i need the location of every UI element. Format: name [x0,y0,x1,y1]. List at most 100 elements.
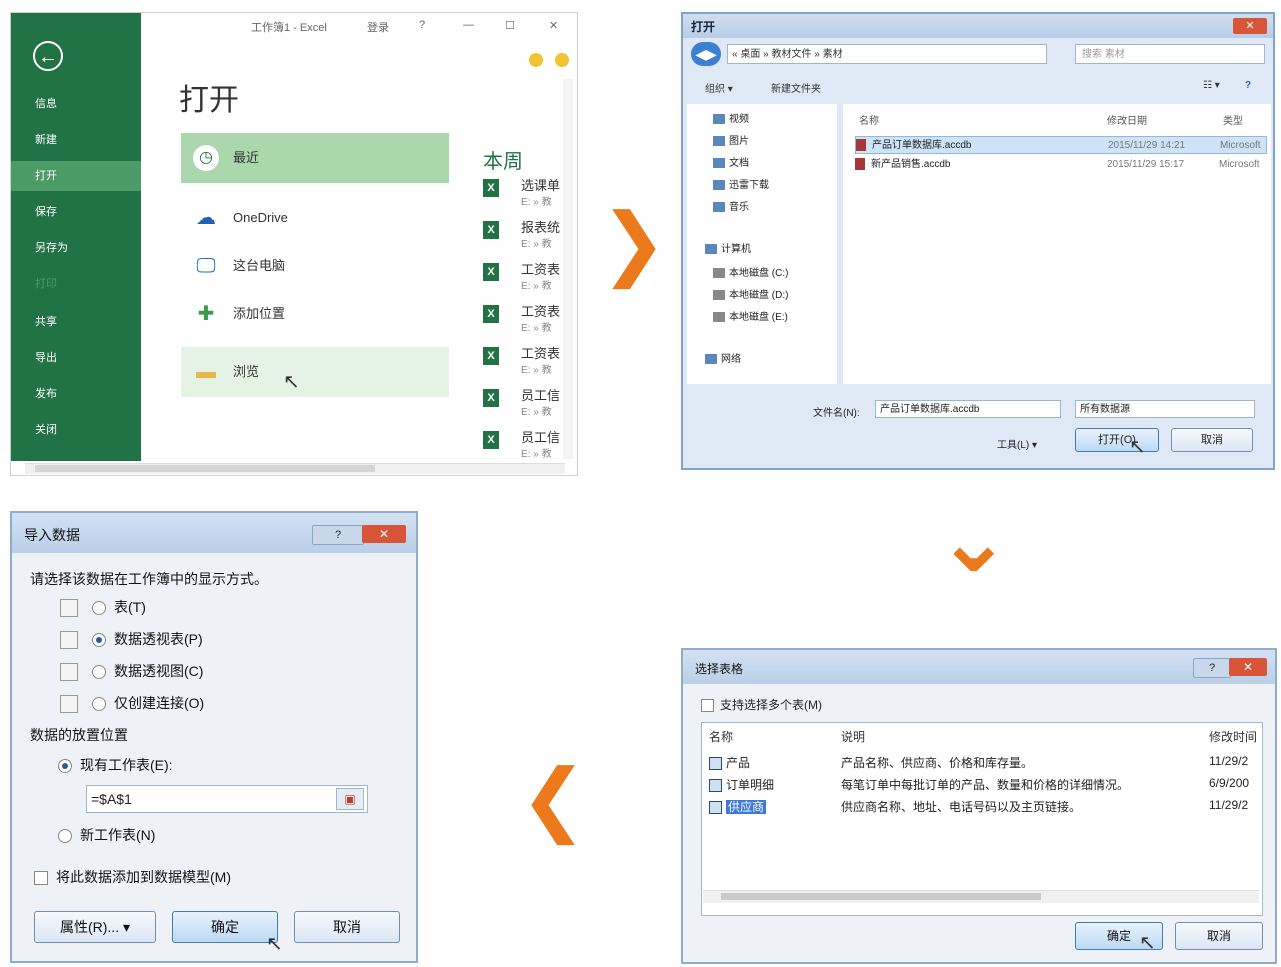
add-to-model-checkbox[interactable]: 将此数据添加到数据模型(M) [34,867,231,887]
radio-button-selected[interactable] [58,759,72,774]
tree-item[interactable]: 本地磁盘 (C:) [713,264,788,279]
recent-file[interactable]: X 员工信 E: » 教 [483,383,573,423]
filename-input[interactable]: 产品订单数据库.accdb [875,400,1061,418]
option-pivot-chart[interactable]: 数据透视图(C) [60,661,203,683]
nav-save-as[interactable]: 另存为 [11,233,141,263]
nav-save[interactable]: 保存 [11,197,141,227]
search-input[interactable]: 搜索 素材 [1075,44,1265,64]
column-header[interactable]: 类型 [1223,112,1243,127]
option-connection-only[interactable]: 仅创建连接(O) [60,693,204,715]
ok-button[interactable]: 确定 [172,911,278,943]
place-recent[interactable]: ◷ 最近 [181,133,449,183]
organize-button[interactable]: 组织 ▾ [705,80,733,95]
nav-open[interactable]: 打开 [11,161,141,191]
open-button[interactable]: 打开(O) [1075,428,1159,452]
close-button[interactable]: ✕ [362,525,406,543]
nav-new[interactable]: 新建 [11,125,141,155]
file-row[interactable]: 产品订单数据库.accdb 2015/11/29 14:21 Microsoft [855,136,1267,154]
recent-file[interactable]: X 工资表 E: » 教 [483,299,573,339]
option-table[interactable]: 表(T) [60,597,146,619]
help-button[interactable]: ? [419,19,425,31]
tree-item[interactable]: 视频 [713,110,749,125]
table-row-name[interactable]: 产品 [709,754,750,771]
table-row-name-selected[interactable]: 供应商 [709,798,767,815]
file-row[interactable]: 新产品销售.accdb 2015/11/29 15:17 Microsoft [855,156,1267,174]
back-forward-icon[interactable]: ◀▶ [691,42,721,66]
filetype-select[interactable]: 所有数据源 [1075,400,1255,418]
properties-button[interactable]: 属性(R)... ▾ [34,911,156,943]
tree-item[interactable]: 音乐 [713,198,749,213]
recent-file[interactable]: X 选课单 E: » 教 [483,173,573,213]
minimize-button[interactable]: — [463,19,474,31]
close-button[interactable]: ✕ [1229,658,1267,676]
new-sheet-option[interactable]: 新工作表(N) [58,825,155,845]
radio-button[interactable] [92,697,106,712]
column-header[interactable]: 名称 [859,112,879,127]
place-add[interactable]: ✚ 添加位置 [181,289,449,339]
column-header[interactable]: 名称 [709,728,733,745]
close-button[interactable]: ✕ [549,19,558,32]
checkbox[interactable] [701,699,714,713]
tree-item-label: 文档 [729,158,749,169]
new-folder-button[interactable]: 新建文件夹 [771,80,821,95]
tree-item[interactable]: 本地磁盘 (D:) [713,286,788,301]
tree-item[interactable]: 文档 [713,154,749,169]
radio-button[interactable] [92,665,106,680]
multi-select-checkbox[interactable]: 支持选择多个表(M) [701,696,822,713]
tree-item[interactable]: 本地磁盘 (E:) [713,308,788,323]
place-onedrive[interactable]: ☁ OneDrive [181,193,449,243]
view-icon[interactable]: ☷ ▾ [1203,80,1220,91]
excel-file-icon: X [483,431,499,449]
nav-info[interactable]: 信息 [11,89,141,119]
horizontal-scrollbar[interactable] [25,463,565,474]
tree-item[interactable]: 图片 [713,132,749,147]
tools-menu[interactable]: 工具(L) ▾ [997,436,1037,451]
cancel-button[interactable]: 取消 [1171,428,1253,452]
horizontal-scrollbar[interactable] [703,890,1259,903]
address-bar[interactable]: « 桌面 » 教材文件 » 素材 [727,44,1047,64]
range-picker-icon[interactable]: ▣ [336,788,364,810]
smile-icon[interactable] [529,53,543,67]
column-header[interactable]: 说明 [841,728,865,745]
radio-button-selected[interactable] [92,633,106,648]
cancel-button[interactable]: 取消 [1175,922,1263,950]
back-arrow-icon[interactable]: ← [33,41,63,71]
help-button[interactable]: ? [312,525,364,545]
recent-file[interactable]: X 工资表 E: » 教 [483,341,573,381]
place-this-pc[interactable]: 🖵 这台电脑 [181,241,449,291]
nav-print[interactable]: 打印 [11,269,141,299]
close-button[interactable]: ✕ [1233,18,1267,34]
recent-file[interactable]: X 工资表 E: » 教 [483,257,573,297]
table-row-name[interactable]: 订单明细 [709,776,774,793]
vertical-scrollbar[interactable] [563,79,573,459]
help-icon[interactable]: ? [1245,80,1251,91]
option-label: 仅创建连接(O) [114,695,205,711]
column-header[interactable]: 修改时间 [1209,728,1257,745]
nav-publish[interactable]: 发布 [11,379,141,409]
existing-sheet-option[interactable]: 现有工作表(E): [58,755,173,775]
radio-button[interactable] [58,829,72,844]
checkbox[interactable] [34,871,48,886]
table-list [701,722,1263,916]
cancel-button[interactable]: 取消 [294,911,400,943]
cell-reference-input[interactable]: =$A$1 [86,785,368,813]
scroll-thumb[interactable] [35,465,375,472]
scroll-thumb[interactable] [721,893,1041,900]
place-browse[interactable]: ▬ 浏览 [181,347,449,397]
nav-close[interactable]: 关闭 [11,415,141,445]
recent-file[interactable]: X 报表统 E: » 教 [483,215,573,255]
maximize-button[interactable]: ☐ [505,19,515,32]
frown-icon[interactable] [555,53,569,67]
sign-in-link[interactable]: 登录 [367,19,389,35]
nav-share[interactable]: 共享 [11,307,141,337]
help-button[interactable]: ? [1193,658,1231,678]
tree-item[interactable]: 网络 [705,350,741,365]
tree-item[interactable]: 迅雷下载 [713,176,769,191]
nav-export[interactable]: 导出 [11,343,141,373]
tree-item[interactable]: 计算机 [705,240,751,255]
option-pivot-table[interactable]: 数据透视表(P) [60,629,203,651]
table-icon [709,779,722,793]
recent-file[interactable]: X 员工信 E: » 教 [483,425,573,465]
column-header[interactable]: 修改日期 [1107,112,1147,127]
radio-button[interactable] [92,601,106,616]
